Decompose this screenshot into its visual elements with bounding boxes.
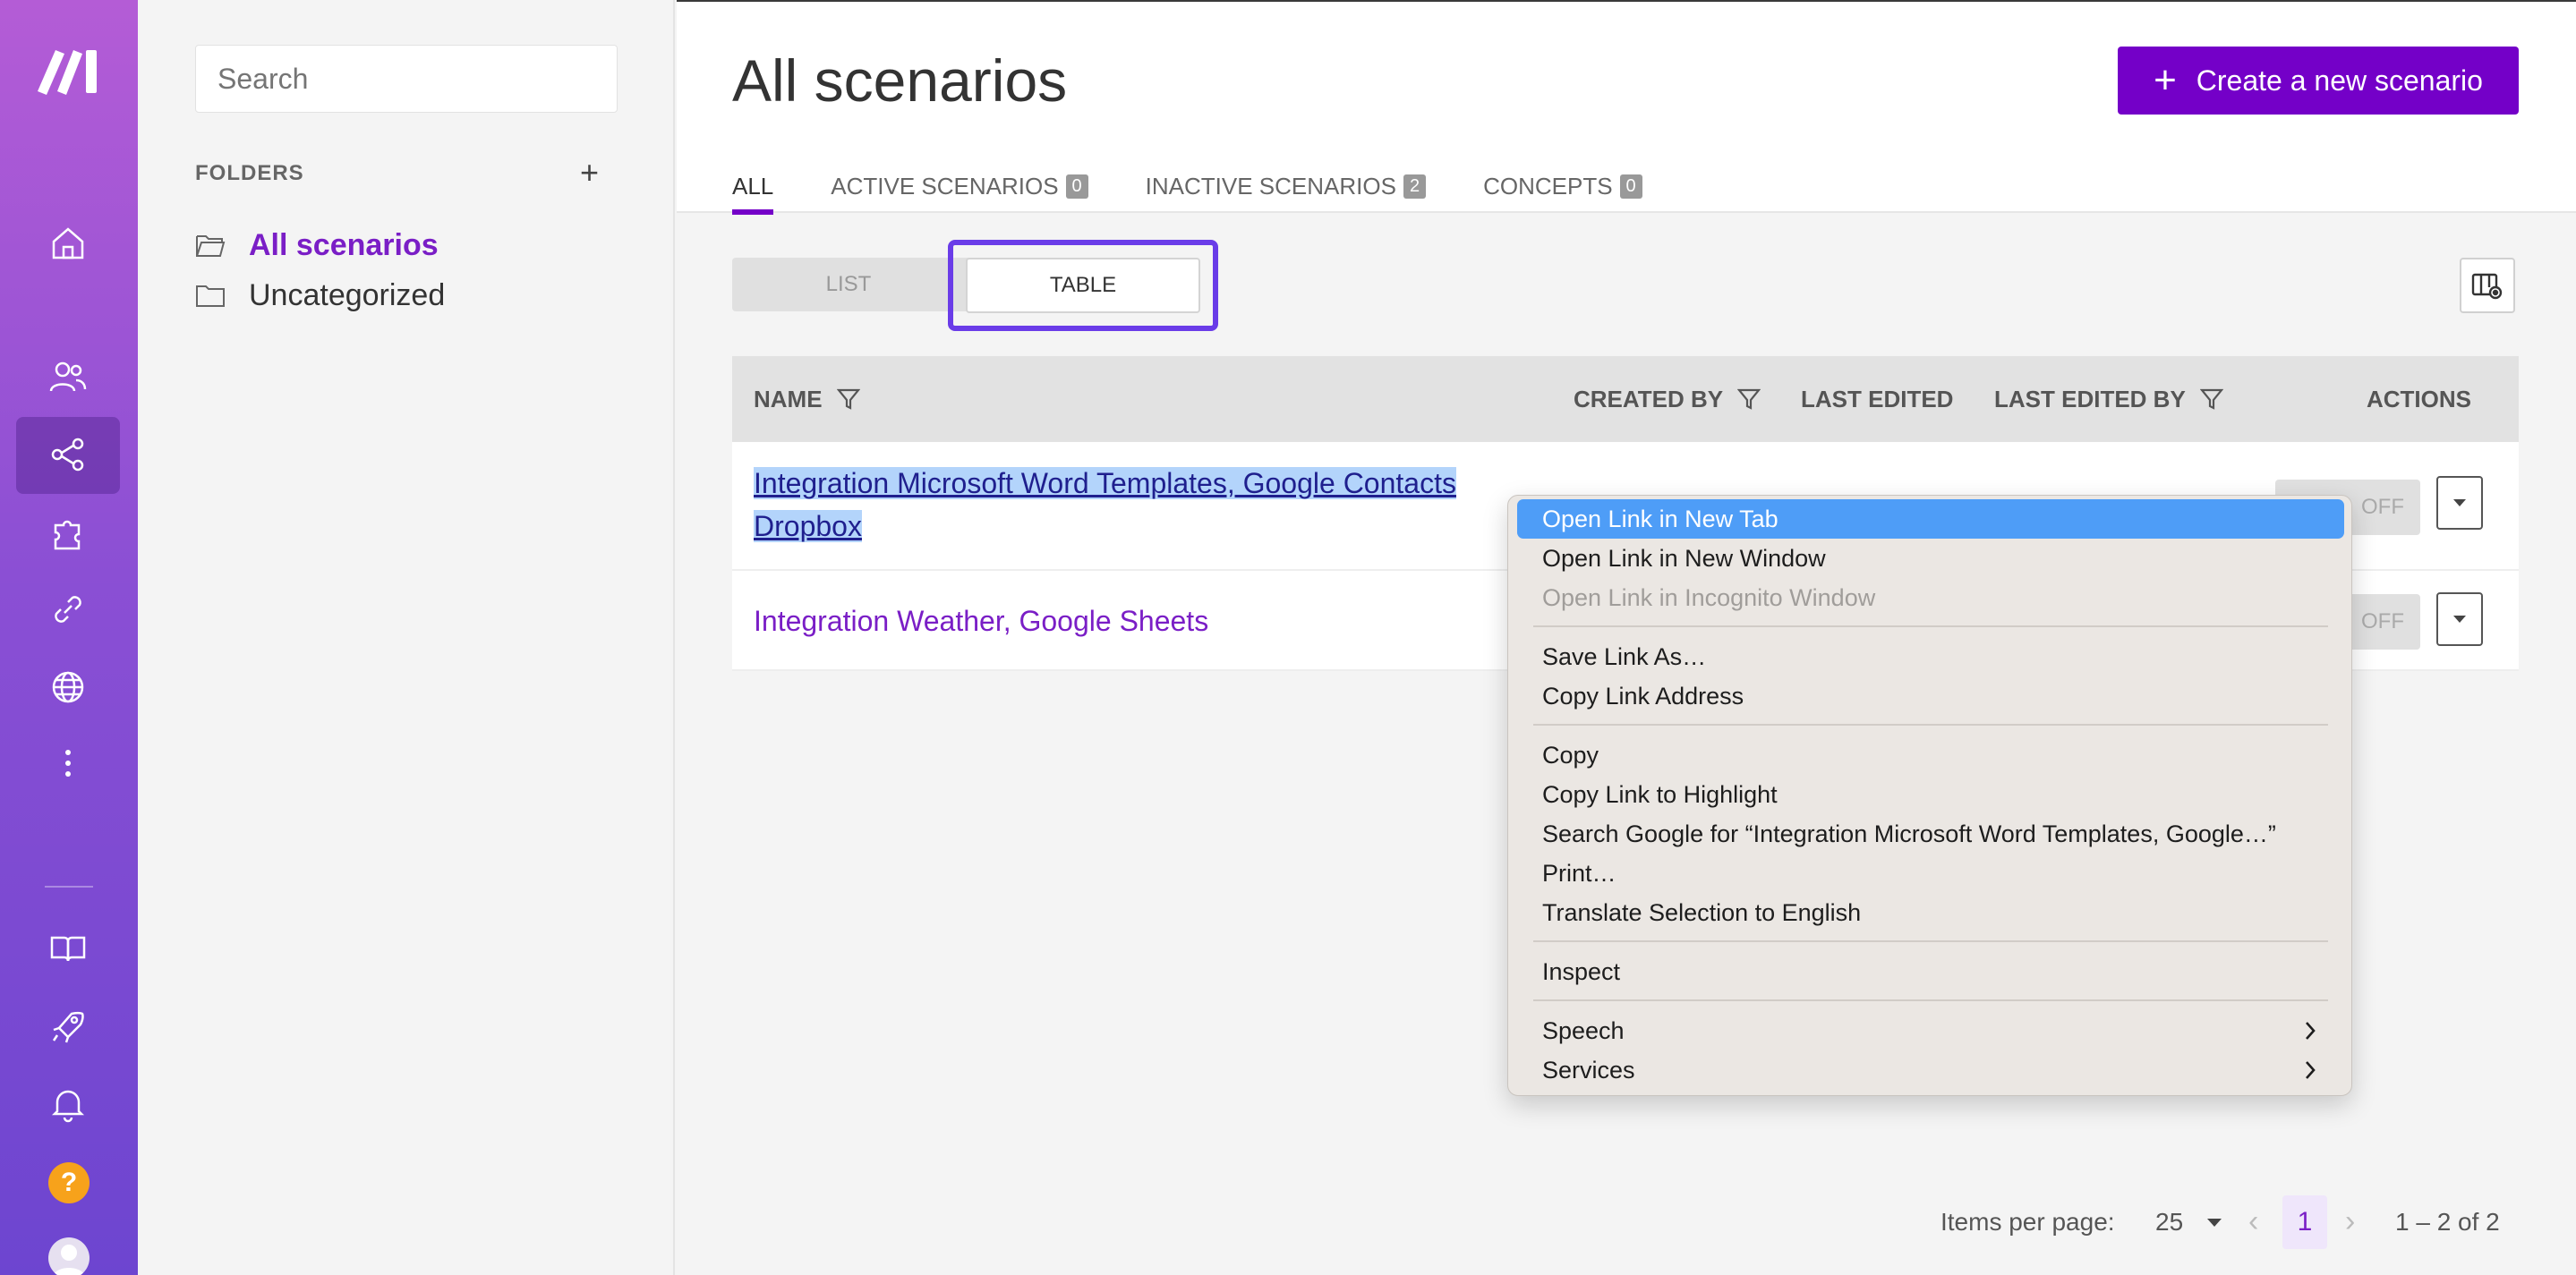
folder-item-all-scenarios[interactable]: All scenarios [195,223,439,268]
tab-active-scenarios[interactable]: ACTIVE SCENARIOS 0 [831,159,1088,213]
tab-label: CONCEPTS [1483,172,1613,200]
menu-item-label: Services [1542,1056,1635,1084]
menu-item-print[interactable]: Print… [1517,854,2344,893]
table-view-button[interactable]: TABLE [966,258,1200,313]
scenario-name-line: Integration Microsoft Word Templates, Go… [754,467,1456,499]
make-logo-icon[interactable] [36,45,102,95]
tab-all[interactable]: ALL [732,159,774,215]
column-label: NAME [754,385,823,412]
create-scenario-label: Create a new scenario [2196,64,2483,97]
folder-icon [196,285,225,307]
table-view-highlight-frame: TABLE [948,240,1218,331]
page-title: All scenarios [732,47,1068,114]
tab-label: INACTIVE SCENARIOS [1145,172,1396,200]
page-range: 1 – 2 of 2 [2395,1208,2500,1236]
folders-sidebar: FOLDERS + All scenarios Uncategorized [138,0,675,1275]
scenario-link[interactable]: Integration Weather, Google Sheets [754,599,1208,642]
scenario-link[interactable]: Integration Microsoft Word Templates, Go… [754,462,1523,548]
count-badge: 2 [1403,174,1427,199]
create-scenario-button[interactable]: + Create a new scenario [2118,47,2519,115]
row-actions-dropdown[interactable] [2436,592,2483,646]
column-label: CREATED BY [1574,385,1724,412]
webhooks-icon[interactable] [42,661,94,713]
chevron-left-icon[interactable]: ‹ [2248,1204,2258,1239]
menu-item-inspect[interactable]: Inspect [1517,952,2344,991]
filter-icon[interactable] [2199,387,2223,411]
scenarios-icon[interactable] [42,429,94,480]
user-avatar[interactable] [48,1237,90,1275]
scenario-tabs: ALL ACTIVE SCENARIOS 0 INACTIVE SCENARIOS… [732,159,1700,215]
tab-inactive-scenarios[interactable]: INACTIVE SCENARIOS 2 [1145,159,1427,213]
help-icon[interactable]: ? [48,1162,90,1203]
column-last-edited[interactable]: LAST EDITED [1801,356,1953,442]
column-name[interactable]: NAME [754,356,860,442]
menu-item-speech[interactable]: Speech [1517,1011,2344,1050]
search-input[interactable] [195,45,618,113]
filter-icon[interactable] [836,387,860,411]
header: All scenarios + Create a new scenario AL… [677,0,2576,215]
whats-new-icon[interactable] [42,1000,94,1052]
tab-label: ALL [732,172,774,200]
menu-separator [1533,625,2328,627]
column-visibility-icon [2471,273,2503,300]
chevron-down-icon[interactable] [2207,1219,2222,1227]
table-header: NAME CREATED BY LAST EDITED LAST EDITED … [732,356,2519,442]
current-page[interactable]: 1 [2282,1195,2327,1249]
context-menu: Open Link in New Tab Open Link in New Wi… [1507,495,2352,1096]
menu-separator [1533,940,2328,942]
count-badge: 0 [1619,174,1642,199]
count-badge: 0 [1065,174,1088,199]
menu-item-copy-link-to-highlight[interactable]: Copy Link to Highlight [1517,775,2344,814]
menu-separator [1533,999,2328,1001]
add-folder-button[interactable]: + [580,154,599,191]
items-per-page-label: Items per page: [1941,1208,2115,1236]
team-icon[interactable] [42,351,94,403]
column-label: LAST EDITED BY [1994,385,2186,412]
connections-icon[interactable] [42,583,94,635]
filter-icon[interactable] [1737,387,1761,411]
column-actions: ACTIONS [2367,385,2471,412]
home-icon[interactable] [42,217,94,269]
menu-item-copy-link-address[interactable]: Copy Link Address [1517,676,2344,716]
chevron-right-icon [2306,1022,2316,1040]
tab-concepts[interactable]: CONCEPTS 0 [1483,159,1642,213]
menu-item-search-google[interactable]: Search Google for “Integration Microsoft… [1517,814,2344,854]
menu-separator [1533,724,2328,726]
folder-label: Uncategorized [249,277,446,312]
rail-divider [45,886,93,888]
folders-header: FOLDERS [195,161,304,185]
list-view-button[interactable]: LIST [732,258,965,311]
open-folder-icon [196,235,226,257]
notifications-icon[interactable] [42,1078,94,1130]
folder-item-uncategorized[interactable]: Uncategorized [195,273,445,318]
menu-item-save-link-as[interactable]: Save Link As… [1517,637,2344,676]
menu-item-translate[interactable]: Translate Selection to English [1517,893,2344,932]
row-actions-dropdown[interactable] [2436,476,2483,530]
docs-icon[interactable] [42,922,94,974]
menu-item-services[interactable]: Services [1517,1050,2344,1090]
folder-label: All scenarios [249,227,439,262]
column-created-by[interactable]: CREATED BY [1574,356,1761,442]
more-icon[interactable] [42,737,94,789]
column-settings-button[interactable] [2460,258,2515,313]
app-sidebar: ? [0,0,138,1275]
scenario-name-line: Dropbox [754,510,862,542]
tab-label: ACTIVE SCENARIOS [831,172,1059,200]
pagination: Items per page: 25 ‹ 1 › 1 – 2 of 2 [677,1195,2576,1249]
menu-item-open-new-tab[interactable]: Open Link in New Tab [1517,499,2344,539]
chevron-right-icon[interactable]: › [2345,1204,2355,1239]
menu-item-label: Speech [1542,1016,1625,1044]
templates-icon[interactable] [42,506,94,558]
menu-item-open-new-window[interactable]: Open Link in New Window [1517,539,2344,578]
chevron-right-icon [2306,1061,2316,1079]
plus-icon: + [2154,58,2177,102]
menu-item-copy[interactable]: Copy [1517,735,2344,775]
column-last-edited-by[interactable]: LAST EDITED BY [1994,356,2223,442]
view-toggle: LIST [732,258,976,311]
items-per-page-select[interactable]: 25 [2155,1208,2183,1237]
menu-item-open-incognito: Open Link in Incognito Window [1542,583,1876,611]
